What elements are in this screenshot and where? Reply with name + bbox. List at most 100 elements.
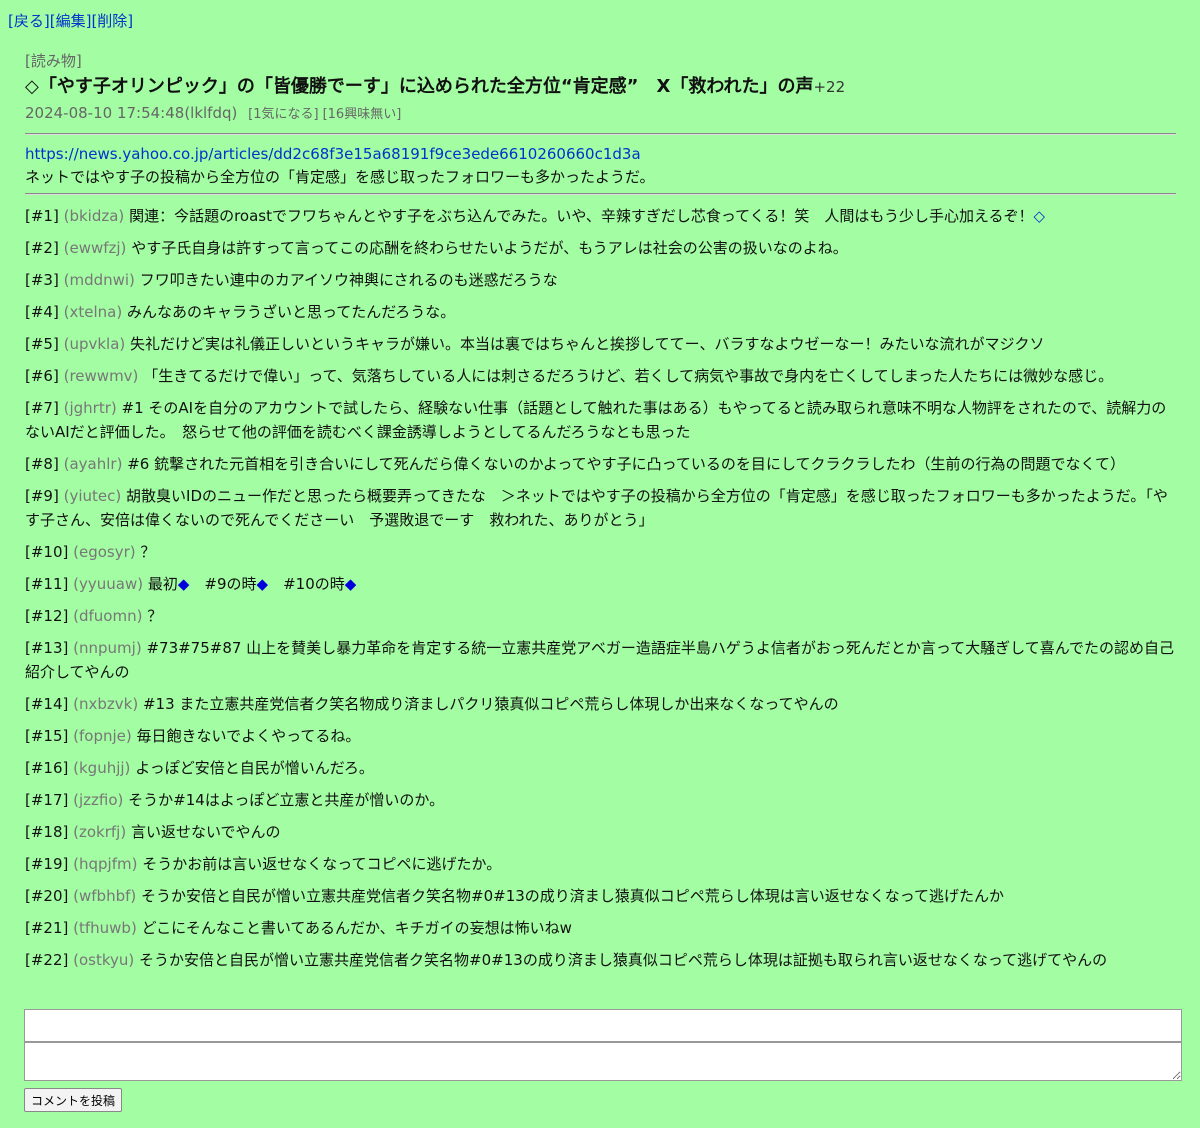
comment-text: ？	[140, 543, 156, 561]
comment-user-id: (ewwfzj)	[63, 239, 127, 257]
comment-text: #13 また立憲共産党信者ク笑名物成り済ましパクリ猿真似コピペ荒らし体現しか出来…	[142, 695, 839, 713]
comment-number[interactable]: [#2]	[25, 239, 59, 257]
comment-number[interactable]: [#7]	[25, 399, 59, 417]
comment-number[interactable]: [#19]	[25, 855, 68, 873]
comment-text: フワ叩きたい連中のカアイソウ神輿にされるのも迷惑だろうな	[139, 271, 558, 289]
comment-item: [#11] (yyuuaw) 最初◆ #9の時◆ #10の時◆	[25, 572, 1176, 596]
comment-number[interactable]: [#12]	[25, 607, 68, 625]
comment-user-id: (zokrfj)	[73, 823, 127, 841]
comment-item: [#9] (yiutec) 胡散臭いIDのニュー作だと思ったら概要弄ってきたな …	[25, 484, 1176, 532]
article-author-id: (lklfdq)	[184, 104, 238, 122]
comment-item: [#18] (zokrfj) 言い返せないでやんの	[25, 820, 1176, 844]
comment-user-id: (ostkyu)	[73, 951, 135, 969]
comment-item: [#7] (jghrtr) #1 そのAIを自分のアカウントで試したら、経験ない…	[25, 396, 1176, 444]
comment-item: [#4] (xtelna) みんなあのキャラうざいと思ってたんだろうな。	[25, 300, 1176, 324]
comment-number[interactable]: [#8]	[25, 455, 59, 473]
comment-text: #73#75#87 山上を賛美し暴力革命を肯定する統一立憲共産党アベガー造語症半…	[25, 639, 1174, 681]
article-container: [読み物] ◇「やす子オリンピック」の「皆優勝でーす」に込められた全方位“肯定感…	[25, 50, 1176, 980]
comment-number[interactable]: [#6]	[25, 367, 59, 385]
comment-text: ？	[147, 607, 163, 625]
comment-user-id: (yyuuaw)	[73, 575, 144, 593]
divider	[25, 193, 1176, 195]
comment-text: やす子氏自身は許すって言ってこの応酬を終わらせたいようだが、もうアレは社会の公害…	[131, 239, 848, 257]
diamond-link-icon[interactable]: ◆	[345, 575, 357, 593]
article-datetime: 2024-08-10 17:54:48	[25, 104, 185, 122]
comment-text-part: 最初	[147, 575, 178, 593]
name-input[interactable]	[24, 1009, 1182, 1042]
comment-text: 「生きてるだけで偉い」って、気落ちしている人には刺さるだろうけど、若くして病気や…	[143, 367, 1114, 385]
related-link-icon[interactable]: ◇	[1034, 207, 1046, 225]
comment-number[interactable]: [#14]	[25, 695, 68, 713]
comment-user-id: (mddnwi)	[63, 271, 135, 289]
comment-text: #1 そのAIを自分のアカウントで試したら、経験ない仕事（話題として触れた事はあ…	[25, 399, 1167, 441]
comment-text: そうか安倍と自民が憎い立憲共産党信者ク笑名物#0#13の成り済まし猿真似コピペ荒…	[139, 951, 1108, 969]
comment-text: そうかお前は言い返せなくなってコピペに逃げたか。	[142, 855, 502, 873]
comment-textarea[interactable]	[24, 1042, 1182, 1081]
comment-number[interactable]: [#11]	[25, 575, 68, 593]
comment-text: 胡散臭いIDのニュー作だと思ったら概要弄ってきたな ＞ネットではやす子の投稿から…	[25, 487, 1168, 529]
article-title-text: ◇「やす子オリンピック」の「皆優勝でーす」に込められた全方位“肯定感” X「救わ…	[25, 76, 814, 97]
comment-number[interactable]: [#18]	[25, 823, 68, 841]
comment-list: [#1] (bkidza) 関連：今話題のroastでフワちゃんとやす子をぶち込…	[25, 204, 1176, 972]
comment-number[interactable]: [#9]	[25, 487, 59, 505]
comment-item: [#8] (ayahlr) #6 銃撃された元首相を引き合いにして死んだら偉くな…	[25, 452, 1176, 476]
comment-form: コメントを投稿	[24, 1009, 1182, 1112]
edit-link[interactable]: [編集]	[50, 12, 92, 30]
article-url-link[interactable]: https://news.yahoo.co.jp/articles/dd2c68…	[25, 143, 1176, 166]
comment-user-id: (jzzfio)	[73, 791, 124, 809]
comment-item: [#15] (fopnje) 毎日飽きないでよくやってるね。	[25, 724, 1176, 748]
top-nav: [戻る][編集][削除]	[8, 9, 133, 33]
comment-user-id: (yiutec)	[63, 487, 122, 505]
comment-item: [#5] (upvkla) 失礼だけど実は礼儀正しいというキャラが嫌い。本当は裏…	[25, 332, 1176, 356]
comment-number[interactable]: [#16]	[25, 759, 68, 777]
comment-number[interactable]: [#4]	[25, 303, 59, 321]
diamond-link-icon[interactable]: ◆	[178, 575, 190, 593]
interest-button[interactable]: [1気になる]	[248, 107, 318, 122]
comment-text: どこにそんなこと書いてあるんだか、キチガイの妄想は怖いねw	[141, 919, 572, 937]
comment-user-id: (jghrtr)	[63, 399, 117, 417]
comment-item: [#14] (nxbzvk) #13 また立憲共産党信者ク笑名物成り済ましパクリ…	[25, 692, 1176, 716]
comment-number[interactable]: [#20]	[25, 887, 68, 905]
back-link[interactable]: [戻る]	[8, 12, 50, 30]
comment-item: [#2] (ewwfzj) やす子氏自身は許すって言ってこの応酬を終わらせたいよ…	[25, 236, 1176, 260]
comment-number[interactable]: [#10]	[25, 543, 68, 561]
plus-count: +22	[813, 78, 846, 96]
comment-number[interactable]: [#22]	[25, 951, 68, 969]
comment-item: [#17] (jzzfio) そうか#14はよっぽど立憲と共産が憎いのか。	[25, 788, 1176, 812]
comment-number[interactable]: [#21]	[25, 919, 68, 937]
comment-user-id: (wfbhbf)	[73, 887, 137, 905]
comment-text: 言い返せないでやんの	[130, 823, 281, 841]
comment-user-id: (nxbzvk)	[73, 695, 139, 713]
comment-item: [#6] (rewwmv) 「生きてるだけで偉い」って、気落ちしている人には刺さ…	[25, 364, 1176, 388]
article-category: [読み物]	[25, 52, 82, 70]
comment-user-id: (xtelna)	[63, 303, 123, 321]
comment-text: #6 銃撃された元首相を引き合いにして死んだら偉くないのかよってやす子に凸ってい…	[127, 455, 1126, 473]
comment-text: よっぽど安倍と自民が憎いんだろ。	[135, 759, 374, 777]
post-comment-button[interactable]: コメントを投稿	[24, 1088, 123, 1112]
comment-user-id: (dfuomn)	[73, 607, 143, 625]
comment-item: [#3] (mddnwi) フワ叩きたい連中のカアイソウ神輿にされるのも迷惑だろ…	[25, 268, 1176, 292]
delete-link[interactable]: [削除]	[91, 12, 133, 30]
comment-item: [#16] (kguhjj) よっぽど安倍と自民が憎いんだろ。	[25, 756, 1176, 780]
comment-text: 関連：今話題のroastでフワちゃんとやす子をぶち込んでみた。いや、辛辣すぎだし…	[129, 207, 1034, 225]
comment-item: [#10] (egosyr) ？	[25, 540, 1176, 564]
comment-text: 失礼だけど実は礼儀正しいというキャラが嫌い。本当は裏ではちゃんと挨拶しててー、バ…	[130, 335, 1045, 353]
comment-number[interactable]: [#13]	[25, 639, 68, 657]
diamond-link-icon[interactable]: ◆	[257, 575, 269, 593]
comment-number[interactable]: [#3]	[25, 271, 59, 289]
comment-user-id: (egosyr)	[73, 543, 136, 561]
comment-user-id: (nnpumj)	[73, 639, 142, 657]
comment-user-id: (tfhuwb)	[73, 919, 137, 937]
comment-item: [#20] (wfbhbf) そうか安倍と自民が憎い立憲共産党信者ク笑名物#0#…	[25, 884, 1176, 908]
comment-user-id: (bkidza)	[63, 207, 125, 225]
no-interest-button[interactable]: [16興味無い]	[323, 107, 402, 122]
comment-number[interactable]: [#15]	[25, 727, 68, 745]
comment-number[interactable]: [#17]	[25, 791, 68, 809]
comment-user-id: (hqpjfm)	[73, 855, 138, 873]
comment-number[interactable]: [#1]	[25, 207, 59, 225]
comment-text: みんなあのキャラうざいと思ってたんだろうな。	[126, 303, 456, 321]
comment-item: [#13] (nnpumj) #73#75#87 山上を賛美し暴力革命を肯定する…	[25, 636, 1176, 684]
comment-user-id: (rewwmv)	[63, 367, 139, 385]
comment-user-id: (fopnje)	[73, 727, 132, 745]
comment-number[interactable]: [#5]	[25, 335, 59, 353]
